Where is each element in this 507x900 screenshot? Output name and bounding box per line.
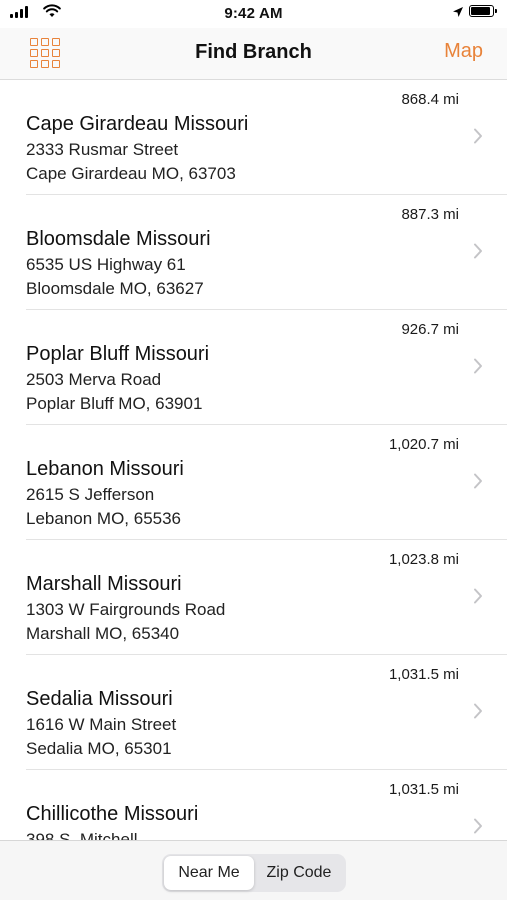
branch-distance: 1,031.5 mi bbox=[388, 666, 459, 683]
chevron-right-icon bbox=[474, 818, 482, 834]
navigation-bar: Find Branch Map bbox=[0, 28, 507, 80]
list-item[interactable]: 1,031.5 mi Chillicothe Missouri 398 S. M… bbox=[0, 770, 507, 840]
branch-name: Poplar Bluff Missouri bbox=[26, 343, 210, 365]
branch-city: Bloomsdale MO, 63627 bbox=[26, 279, 204, 298]
branch-city: Cape Girardeau MO, 63703 bbox=[26, 164, 236, 183]
chevron-right-icon bbox=[474, 128, 482, 144]
branch-street: 1303 W Fairgrounds Road bbox=[26, 600, 226, 619]
branch-street: 2333 Rusmar Street bbox=[26, 140, 179, 159]
chevron-right-icon bbox=[474, 358, 482, 374]
branch-distance: 926.7 mi bbox=[401, 321, 459, 338]
branch-city: Marshall MO, 65340 bbox=[26, 624, 180, 643]
branch-distance: 1,023.8 mi bbox=[388, 551, 459, 568]
location-arrow-icon bbox=[453, 7, 463, 17]
branch-list[interactable]: 868.4 mi Cape Girardeau Missouri 2333 Ru… bbox=[0, 80, 507, 840]
branch-name: Cape Girardeau Missouri bbox=[26, 113, 249, 135]
branch-street: 1616 W Main Street bbox=[26, 715, 177, 734]
list-item[interactable]: 926.7 mi Poplar Bluff Missouri 2503 Merv… bbox=[0, 310, 507, 425]
chevron-right-icon bbox=[474, 473, 482, 489]
branch-name: Lebanon Missouri bbox=[26, 458, 184, 480]
segment-zip-code[interactable]: Zip Code bbox=[254, 856, 344, 890]
list-item[interactable]: 1,031.5 mi Sedalia Missouri 1616 W Main … bbox=[0, 655, 507, 770]
list-item[interactable]: 868.4 mi Cape Girardeau Missouri 2333 Ru… bbox=[0, 80, 507, 195]
branch-distance: 868.4 mi bbox=[401, 91, 459, 108]
branch-name: Sedalia Missouri bbox=[26, 688, 173, 710]
bottom-toolbar: Near Me Zip Code bbox=[0, 840, 507, 900]
branch-name: Bloomsdale Missouri bbox=[26, 228, 211, 250]
segment-near-me[interactable]: Near Me bbox=[164, 856, 254, 890]
map-button[interactable]: Map bbox=[444, 40, 483, 63]
battery-icon bbox=[469, 5, 497, 17]
branch-street: 2503 Merva Road bbox=[26, 370, 162, 389]
list-item[interactable]: 1,020.7 mi Lebanon Missouri 2615 S Jeffe… bbox=[0, 425, 507, 540]
branch-city: Sedalia MO, 65301 bbox=[26, 739, 172, 758]
chevron-right-icon bbox=[474, 588, 482, 604]
chevron-right-icon bbox=[474, 243, 482, 259]
branch-distance: 1,031.5 mi bbox=[388, 781, 459, 798]
branch-name: Marshall Missouri bbox=[26, 573, 182, 595]
branch-city: Lebanon MO, 65536 bbox=[26, 509, 182, 528]
branch-distance: 1,020.7 mi bbox=[388, 436, 459, 453]
branch-name: Chillicothe Missouri bbox=[26, 803, 199, 825]
branch-distance: 887.3 mi bbox=[401, 206, 459, 223]
chevron-right-icon bbox=[474, 703, 482, 719]
branch-city: Poplar Bluff MO, 63901 bbox=[26, 394, 203, 413]
branch-street: 2615 S Jefferson bbox=[26, 485, 155, 504]
list-item[interactable]: 887.3 mi Bloomsdale Missouri 6535 US Hig… bbox=[0, 195, 507, 310]
branch-street: 398 S. Mitchell bbox=[26, 830, 138, 840]
branch-street: 6535 US Highway 61 bbox=[26, 255, 186, 274]
list-item[interactable]: 1,023.8 mi Marshall Missouri 1303 W Fair… bbox=[0, 540, 507, 655]
search-mode-segmented-control[interactable]: Near Me Zip Code bbox=[162, 854, 346, 892]
status-bar: 9:42 AM bbox=[0, 0, 507, 28]
page-title: Find Branch bbox=[195, 41, 312, 63]
status-time: 9:42 AM bbox=[224, 5, 283, 22]
